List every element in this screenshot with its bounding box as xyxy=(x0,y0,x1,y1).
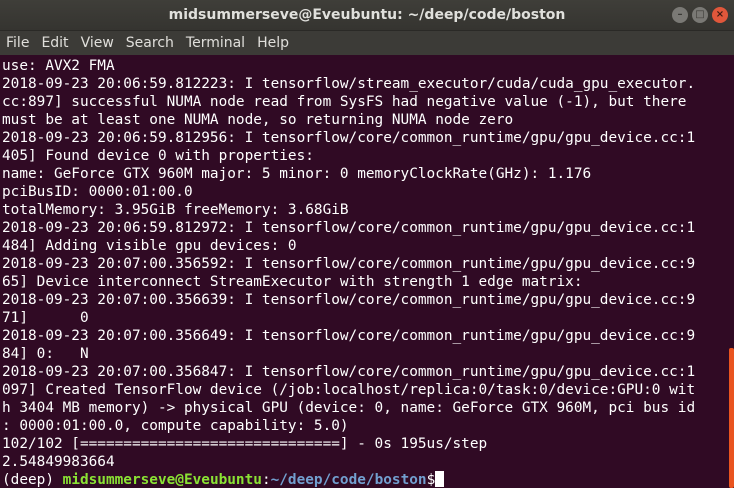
maximize-button[interactable]: □ xyxy=(692,7,708,23)
terminal-line: use: AVX2 FMA xyxy=(2,58,115,74)
prompt-user-host: midsummerseve@Eveubuntu xyxy=(62,472,262,488)
terminal-window: midsummerseve@Eveubuntu: ~/deep/code/bos… xyxy=(0,0,734,488)
scrollbar[interactable] xyxy=(728,55,734,488)
terminal-line: 2018-09-23 20:07:00.356639: I tensorflow… xyxy=(2,292,696,308)
minimize-button[interactable]: – xyxy=(672,7,688,23)
terminal-line: name: GeForce GTX 960M major: 5 minor: 0… xyxy=(2,166,592,182)
terminal-output[interactable]: use: AVX2 FMA 2018-09-23 20:06:59.812223… xyxy=(0,55,734,488)
menu-bar: File Edit View Search Terminal Help xyxy=(0,31,734,55)
terminal-line: 2018-09-23 20:07:00.356847: I tensorflow… xyxy=(2,364,696,380)
scrollbar-thumb[interactable] xyxy=(729,348,734,488)
window-title: midsummerseve@Eveubuntu: ~/deep/code/bos… xyxy=(168,7,566,23)
terminal-line: cc:897] successful NUMA node read from S… xyxy=(2,94,687,110)
terminal-line: 2018-09-23 20:07:00.356592: I tensorflow… xyxy=(2,256,696,272)
title-bar[interactable]: midsummerseve@Eveubuntu: ~/deep/code/bos… xyxy=(0,0,734,31)
terminal-line: 84] 0: N xyxy=(2,346,89,362)
terminal-line: 405] Found device 0 with properties: xyxy=(2,148,314,164)
terminal-line: pciBusID: 0000:01:00.0 xyxy=(2,184,193,200)
terminal-line: totalMemory: 3.95GiB freeMemory: 3.68GiB xyxy=(2,202,349,218)
terminal-line: 484] Adding visible gpu devices: 0 xyxy=(2,238,297,254)
prompt-path: ~/deep/code/boston xyxy=(270,472,427,488)
terminal-line: must be at least one NUMA node, so retur… xyxy=(2,112,514,128)
shell-prompt[interactable]: (deep) midsummerseve@Eveubuntu:~/deep/co… xyxy=(2,471,734,488)
window-controls: – □ × xyxy=(672,7,728,23)
menu-terminal[interactable]: Terminal xyxy=(180,31,251,55)
terminal-line: 2018-09-23 20:06:59.812972: I tensorflow… xyxy=(2,220,696,236)
terminal-line: 2018-09-23 20:07:00.356649: I tensorflow… xyxy=(2,328,696,344)
terminal-line: : 0000:01:00.0, compute capability: 5.0) xyxy=(2,418,349,434)
menu-file[interactable]: File xyxy=(0,31,35,55)
text-cursor xyxy=(435,471,445,487)
terminal-line: 71] 0 xyxy=(2,310,89,326)
terminal-line: 102/102 [==============================]… xyxy=(2,436,488,452)
prompt-env: (deep) xyxy=(2,472,63,488)
menu-search[interactable]: Search xyxy=(120,31,180,55)
menu-help[interactable]: Help xyxy=(251,31,295,55)
terminal-line: 2018-09-23 20:06:59.812956: I tensorflow… xyxy=(2,130,696,146)
menu-edit[interactable]: Edit xyxy=(35,31,74,55)
terminal-line: 2018-09-23 20:06:59.812223: I tensorflow… xyxy=(2,76,696,92)
close-button[interactable]: × xyxy=(712,7,728,23)
terminal-line: 65] Device interconnect StreamExecutor w… xyxy=(2,274,583,290)
terminal-line: 097] Created TensorFlow device (/job:loc… xyxy=(2,382,696,398)
terminal-line: 2.54849983664 xyxy=(2,454,115,470)
prompt-separator: : xyxy=(261,472,271,488)
prompt-symbol: $ xyxy=(426,472,436,488)
terminal-line: h 3404 MB memory) -> physical GPU (devic… xyxy=(2,400,696,416)
menu-view[interactable]: View xyxy=(75,31,120,55)
